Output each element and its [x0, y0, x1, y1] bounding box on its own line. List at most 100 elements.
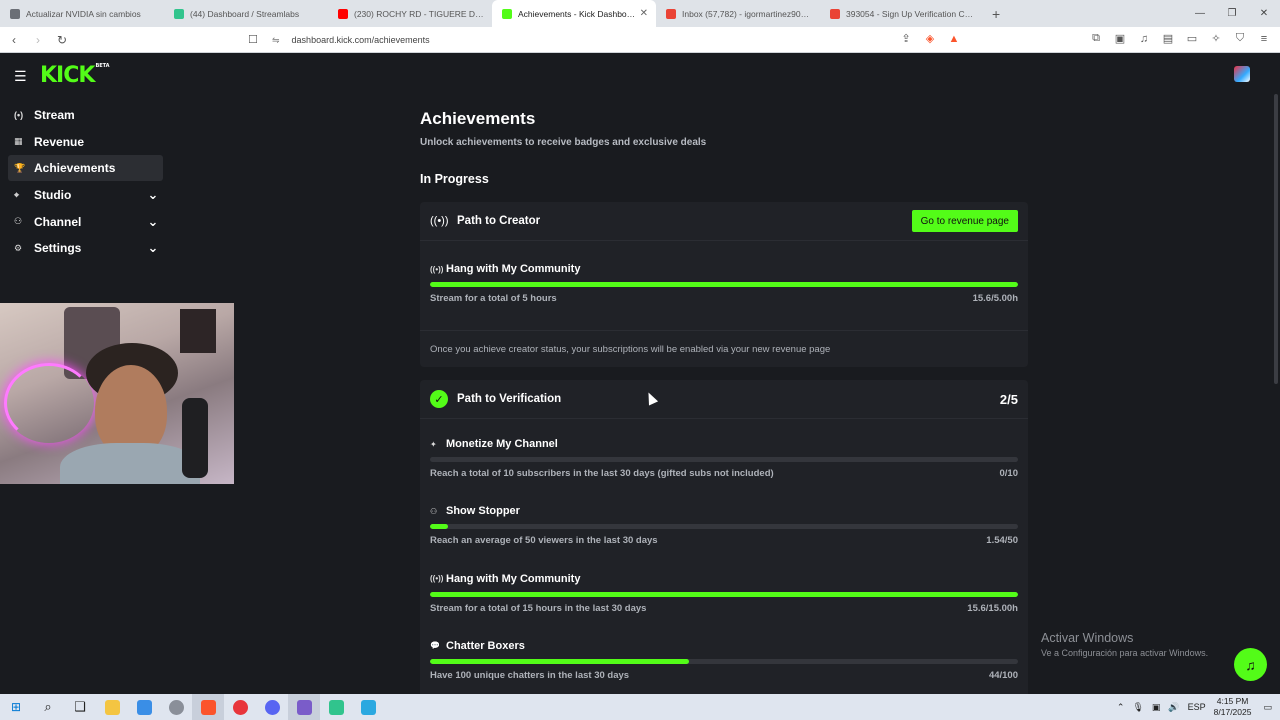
chevron-down-icon[interactable]: ⌄ [143, 241, 163, 254]
vpn-icon[interactable]: ⛉ [1232, 32, 1248, 45]
sidebar-item-stream[interactable]: (•) Stream [8, 102, 163, 128]
achievement-progress: 0/10 [999, 468, 1019, 479]
broadcast-icon: ((•)) [430, 215, 449, 227]
close-tab-icon[interactable]: ✕ [640, 8, 648, 19]
new-tab-button[interactable]: + [992, 6, 1000, 22]
browser-toolbar: ⇪ ◈ ▲ ⧉ ▣ ♫ ▤ ▭ ✧ ⛉ ≡ [898, 32, 1272, 45]
brave-browser-icon[interactable] [192, 694, 224, 720]
sidebar-item-studio[interactable]: ⌖ Studio ⌄ [8, 182, 163, 208]
progress-bar [430, 524, 1018, 530]
headset-icon: ♫ [1245, 656, 1256, 673]
sidebar-item-label: Achievements [34, 161, 116, 176]
task-view-icon[interactable]: ❑ [64, 694, 96, 720]
app-icon[interactable] [160, 694, 192, 720]
editor-icon[interactable] [352, 694, 384, 720]
tray-chevron-icon[interactable]: ⌃ [1117, 702, 1125, 713]
sidebar-toggle-icon[interactable]: ▤ [1160, 32, 1176, 45]
wallet-icon[interactable]: ▭ [1184, 32, 1200, 45]
trophy-icon: 🏆 [14, 162, 26, 173]
tab-favicon-icon [338, 8, 348, 19]
media-icon[interactable]: ♫ [1136, 33, 1152, 45]
leo-icon[interactable]: ✧ [1208, 32, 1224, 45]
url-field[interactable]: ⇋ dashboard.kick.com/achievements [272, 31, 992, 49]
tab-favicon-icon [10, 8, 20, 19]
reload-icon[interactable]: ↻ [52, 33, 72, 47]
browser-tab-5[interactable]: 393054 - Sign Up Verification Code - [820, 0, 984, 27]
browser-tab-0[interactable]: Actualizar NVIDIA sin cambios [0, 0, 164, 27]
brave-shields-icon[interactable]: ◈ [922, 32, 938, 45]
sidebar-item-label: Studio [34, 188, 72, 203]
achievement-hang-with-my-community: ((•)) Hang with My Community Stream for a … [430, 572, 1018, 614]
achievement-monetize-my-channel: ✦ Monetize My Channel Reach a total of 10 … [430, 437, 1018, 479]
close-window-icon[interactable]: ✕ [1248, 8, 1280, 19]
sidebar-item-settings[interactable]: ⚙ Settings ⌄ [8, 235, 163, 261]
browser-tab-1[interactable]: (44) Dashboard / Streamlabs [164, 0, 328, 27]
notifications-icon[interactable]: ▭ [1263, 702, 1272, 713]
search-icon[interactable]: ⌕ [32, 694, 64, 720]
sidebar-item-label: Revenue [34, 134, 85, 149]
forward-icon[interactable]: › [28, 33, 48, 47]
achievement-description: Stream for a total of 5 hours [430, 293, 557, 304]
tab-title: Actualizar NVIDIA sin cambios [26, 8, 141, 19]
volume-icon[interactable]: 🔊 [1168, 702, 1179, 713]
gear-icon: ⚙ [14, 242, 23, 253]
sidebar-item-label: Stream [34, 108, 75, 122]
tab-title: (44) Dashboard / Streamlabs [190, 8, 300, 19]
revenue-icon: ▦ [14, 136, 23, 147]
file-explorer-icon[interactable] [96, 694, 128, 720]
sparkle-icon: ✦ [430, 439, 437, 449]
screenshot-icon[interactable]: ▣ [1112, 32, 1128, 45]
broadcast-icon: ((•)) [430, 264, 444, 274]
extensions-icon[interactable]: ⧉ [1088, 32, 1104, 45]
language-indicator[interactable]: ESP [1188, 702, 1206, 712]
store-icon[interactable] [128, 694, 160, 720]
tab-list: Actualizar NVIDIA sin cambios (44) Dashbo… [0, 0, 984, 27]
bookmark-icon[interactable]: ☐ [248, 33, 258, 46]
sidebar-item-label: Channel [34, 214, 82, 229]
minimize-icon[interactable]: — [1184, 8, 1216, 19]
kick-logo[interactable]: KICKBETA [40, 63, 110, 88]
user-avatar[interactable] [1234, 66, 1250, 82]
network-icon[interactable]: ▣ [1152, 702, 1161, 713]
progress-bar [430, 282, 1018, 287]
browser-tab-3[interactable]: Achievements - Kick Dashboard ✕ [492, 0, 656, 27]
support-chat-button[interactable]: ♫ [1234, 648, 1267, 681]
achievement-progress: 44/100 [988, 669, 1018, 681]
browser-tab-2[interactable]: (230) ROCHY RD - TIGUERE DK | VIDE [328, 0, 492, 27]
streaming-app-icon[interactable] [224, 694, 256, 720]
achievement-description: Reach a total of 10 subscribers in the l… [430, 468, 774, 479]
menu-icon[interactable]: ≡ [1256, 33, 1272, 45]
share-icon[interactable]: ⇪ [898, 32, 914, 45]
scrollbar[interactable] [1274, 94, 1278, 384]
sidebar-item-revenue[interactable]: ▦ Revenue [8, 129, 163, 155]
hamburger-menu-icon[interactable]: ☰ [14, 68, 27, 85]
progress-fill [430, 591, 1018, 597]
site-info-icon[interactable]: ⇋ [272, 35, 280, 46]
brave-rewards-icon[interactable]: ▲ [946, 33, 962, 45]
mic-tray-icon[interactable]: 🎙 [1132, 702, 1143, 713]
sidebar-item-channel[interactable]: ⚇ Channel ⌄ [8, 209, 163, 235]
back-icon[interactable]: ‹ [4, 33, 24, 47]
verified-badge-icon: ✓ [430, 390, 448, 408]
start-icon[interactable]: ⊞ [0, 694, 32, 720]
restore-icon[interactable]: ❐ [1216, 8, 1248, 19]
sidebar-item-achievements[interactable]: 🏆 Achievements [8, 155, 163, 182]
broadcast-icon: (•) [14, 110, 24, 120]
chevron-down-icon[interactable]: ⌄ [143, 188, 163, 201]
broadcast-icon: ((•)) [430, 574, 444, 584]
browser-tab-4[interactable]: Inbox (57,782) - igormartinez9066@g [656, 0, 820, 27]
achievement-title: Hang with My Community [446, 263, 581, 275]
achievement-title: Show Stopper [446, 505, 520, 518]
creator-note: Once you achieve creator status, your su… [430, 344, 831, 355]
clock[interactable]: 4:15 PM 8/17/2025 [1214, 696, 1252, 718]
studio-icon: ⌖ [14, 189, 20, 200]
tab-favicon-icon [502, 8, 512, 19]
tab-title: Achievements - Kick Dashboard [518, 8, 636, 19]
discord-icon[interactable] [256, 694, 288, 720]
go-to-revenue-button[interactable]: Go to revenue page [911, 210, 1018, 232]
achievement-chatter-boxers: 💬 Chatter Boxers Have 100 unique chatters … [430, 639, 1018, 681]
media-app-icon[interactable] [288, 694, 320, 720]
chevron-down-icon[interactable]: ⌄ [143, 215, 163, 228]
streamlabs-icon[interactable] [320, 694, 352, 720]
windows-activation-watermark: Activar Windows Ve a Configuración para … [1041, 631, 1209, 658]
